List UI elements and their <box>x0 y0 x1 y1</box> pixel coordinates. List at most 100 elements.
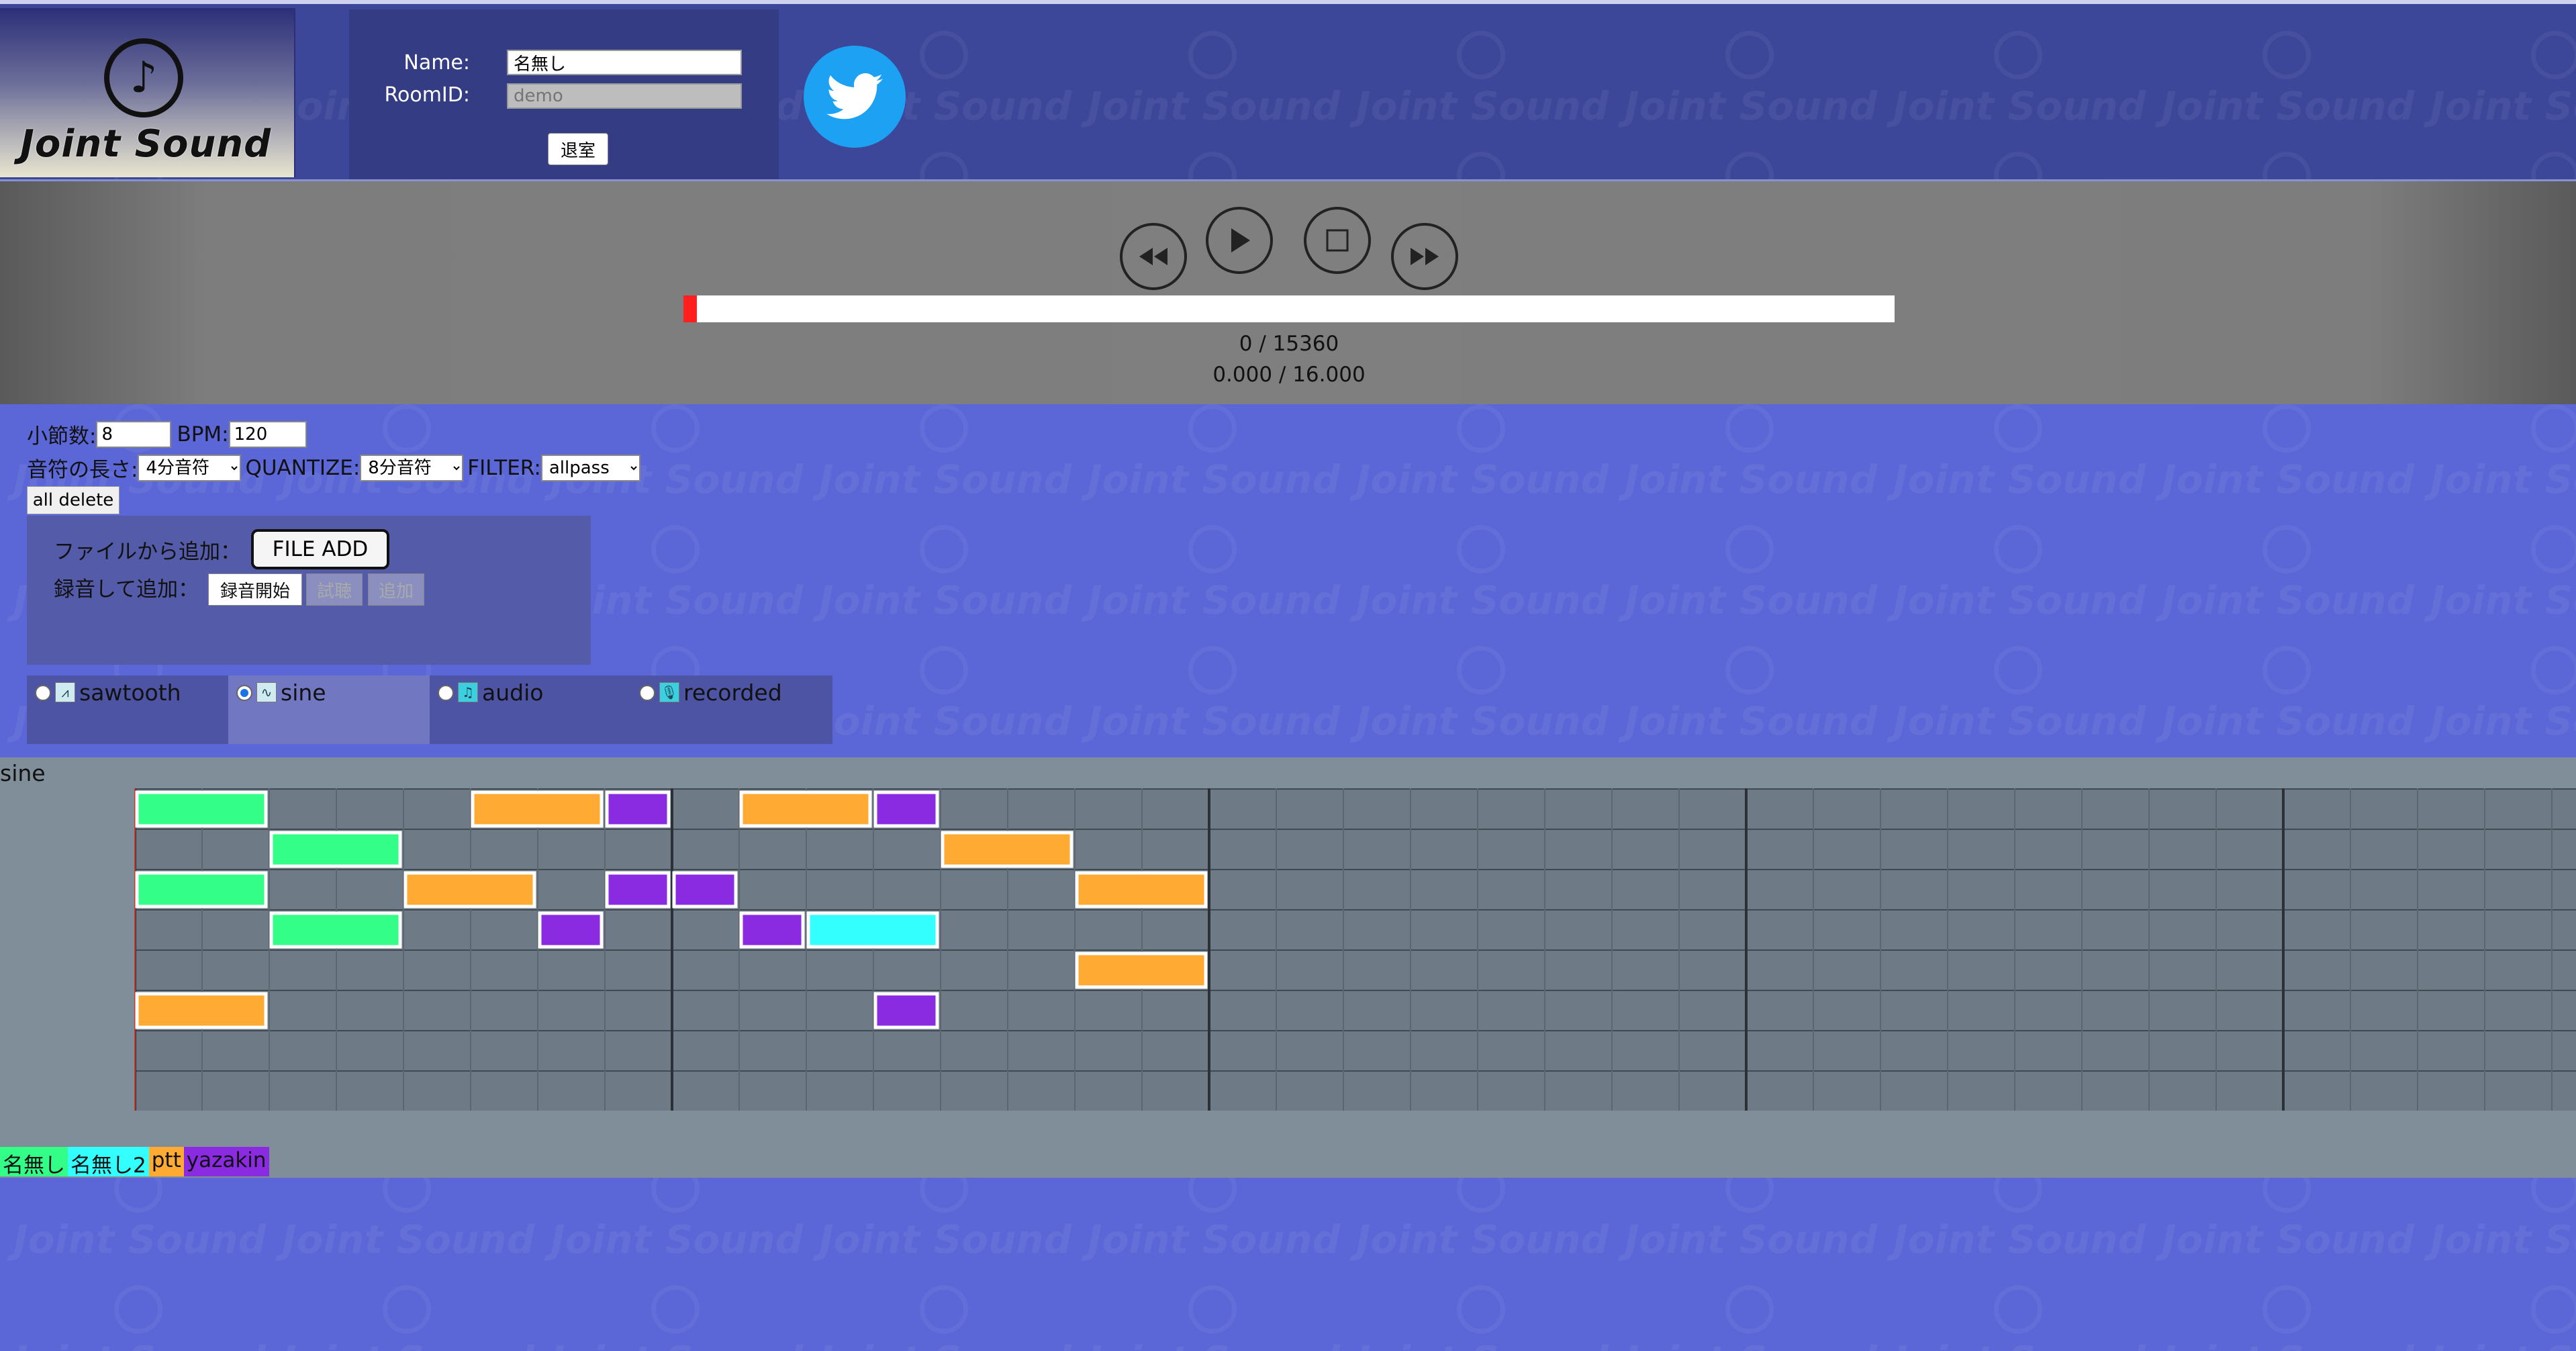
watermark-logo: Joint Sound <box>806 152 1074 179</box>
watermark-text: Joint Sound <box>1893 457 2146 502</box>
watermark-logo: Joint Sound <box>2417 1178 2576 1285</box>
play-button[interactable] <box>1206 207 1273 274</box>
measures-input[interactable] <box>96 420 172 448</box>
name-input[interactable] <box>507 50 742 75</box>
piano-roll-canvas[interactable] <box>134 788 2576 1111</box>
watermark-logo: Joint Sound <box>806 646 1074 757</box>
stop-icon <box>1326 229 1349 252</box>
watermark-text: Joint Sound <box>1625 457 1878 502</box>
watermark-note-icon <box>2262 31 2311 79</box>
measures-label: 小節数: <box>27 424 97 449</box>
tab-recorded[interactable]: 🎙 recorded <box>631 676 832 744</box>
playback-progress-fill <box>683 295 697 322</box>
watermark-logo: Joint Sound <box>806 404 1074 525</box>
stop-button[interactable] <box>1304 207 1371 274</box>
watermark-note-icon <box>651 1178 700 1213</box>
watermark-logo: Joint Sound <box>269 1178 537 1285</box>
bpm-input[interactable] <box>228 420 307 448</box>
watermark-logo: Joint Sound <box>1611 1285 1880 1351</box>
watermark-note-icon <box>2262 646 2311 694</box>
watermark-note-icon <box>920 646 968 694</box>
note-block[interactable] <box>605 790 671 828</box>
quantize-select[interactable]: 8分音符 <box>360 454 464 481</box>
app-logo: ♪ Joint Sound <box>0 8 295 177</box>
watermark-text: Joint Sound <box>2430 83 2576 129</box>
note-block[interactable] <box>269 831 402 868</box>
sine-wave-icon: ∿ <box>256 682 277 702</box>
room-id-input[interactable] <box>507 83 742 109</box>
note-block[interactable] <box>1075 951 1208 989</box>
watermark-logo: Joint Sound <box>1880 152 2148 179</box>
note-block[interactable] <box>806 911 939 949</box>
watermark-text: Joint Sound <box>2162 698 2415 744</box>
fast-forward-icon <box>1411 248 1439 265</box>
watermark-logo: Joint Sound <box>1074 525 1343 646</box>
piano-roll-grid[interactable] <box>134 788 2576 1111</box>
tab-sawtooth[interactable]: ⩘ sawtooth <box>27 676 228 744</box>
legend-user: ptt <box>148 1147 184 1176</box>
watermark-text: Joint Sound <box>1625 577 1878 623</box>
watermark-note-icon <box>1994 525 2042 573</box>
watermark-note-icon <box>920 1178 968 1213</box>
record-start-button[interactable]: 録音開始 <box>208 573 302 606</box>
filter-select[interactable]: allpass <box>540 454 640 481</box>
watermark-note-icon <box>1994 646 2042 694</box>
watermark-note-icon <box>2531 1285 2576 1334</box>
note-block[interactable] <box>873 790 939 828</box>
audio-radio[interactable] <box>438 685 454 701</box>
leave-room-button[interactable]: 退室 <box>548 133 608 165</box>
watermark-text: Joint Sound <box>1893 1338 2146 1351</box>
legend-user: 名無し <box>0 1147 68 1178</box>
header: Joint SoundJoint SoundJoint SoundJoint S… <box>0 0 2576 181</box>
playback-progress-bar[interactable] <box>683 295 1895 322</box>
watermark-logo: Joint Sound <box>1074 1285 1343 1351</box>
note-block[interactable] <box>471 790 604 828</box>
twitter-icon[interactable] <box>804 46 906 148</box>
note-block[interactable] <box>739 790 872 828</box>
watermark-text: Joint Sound <box>13 1338 266 1351</box>
note-block[interactable] <box>403 871 536 909</box>
watermark-logo: Joint Sound <box>1880 1285 2148 1351</box>
tab-audio[interactable]: ♫ audio <box>430 676 631 744</box>
rewind-button[interactable] <box>1120 223 1187 290</box>
watermark-note-icon <box>920 525 968 573</box>
watermark-logo: Joint Sound <box>1611 646 1880 757</box>
all-delete-button[interactable]: all delete <box>27 486 120 514</box>
watermark-text: Joint Sound <box>1625 1338 1877 1351</box>
time-counter: 0.000 / 16.000 <box>1212 363 1366 387</box>
sawtooth-radio[interactable] <box>35 685 51 701</box>
watermark-row: Joint Sound Joint Sound Joint Sound Joint S… <box>0 1178 2576 1285</box>
note-block[interactable] <box>269 911 402 949</box>
watermark-text: Joint Sound <box>2430 457 2576 502</box>
note-block[interactable] <box>135 871 268 909</box>
sine-radio[interactable] <box>236 685 252 701</box>
tab-sine[interactable]: ∿ sine <box>228 676 430 744</box>
watermark-text: Joint Sound <box>1625 83 1878 129</box>
file-add-button[interactable]: FILE ADD <box>251 529 389 569</box>
note-block[interactable] <box>605 871 671 909</box>
recorded-radio[interactable] <box>639 685 655 701</box>
watermark: Joint Sound Joint Sound Joint Sound Joint S… <box>0 1178 2576 1351</box>
add-recording-button[interactable]: 追加 <box>368 573 424 606</box>
note-block[interactable] <box>135 992 268 1029</box>
note-length-select[interactable]: 4分音符 <box>138 454 242 481</box>
watermark-note-icon <box>1188 152 1237 179</box>
note-block[interactable] <box>739 911 805 949</box>
watermark-text: Joint Sound <box>2430 577 2576 623</box>
watermark-logo: Joint Sound <box>1074 1178 1343 1285</box>
note-block[interactable] <box>538 911 604 949</box>
watermark-note-icon <box>1188 525 1237 573</box>
note-block[interactable] <box>1075 871 1208 909</box>
note-block[interactable] <box>941 831 1074 868</box>
transport-bar: 0 / 15360 0.000 / 16.000 <box>0 181 2576 404</box>
microphone-icon: 🎙 <box>659 682 679 702</box>
watermark-text: Joint Sound <box>1356 577 1609 623</box>
watermark-logo: Joint Sound <box>2417 31 2576 152</box>
fast-forward-button[interactable] <box>1391 223 1458 290</box>
watermark-logo: Joint Sound <box>269 1285 537 1351</box>
note-block[interactable] <box>135 790 268 828</box>
note-block[interactable] <box>672 871 738 909</box>
watermark-logo: Joint Sound <box>2148 31 2417 152</box>
preview-button[interactable]: 試聴 <box>306 573 363 606</box>
note-block[interactable] <box>873 992 939 1029</box>
